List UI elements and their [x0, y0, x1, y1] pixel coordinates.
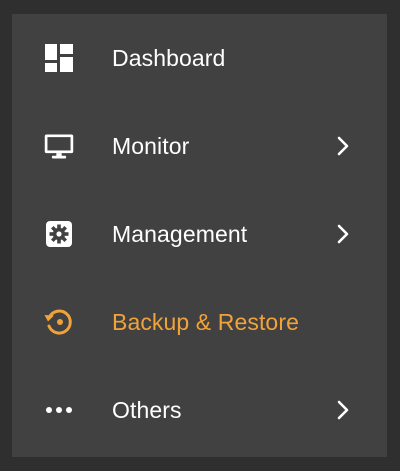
menu-item-monitor[interactable]: Monitor: [12, 102, 387, 190]
chevron-right-icon: [334, 399, 354, 421]
chevron-right-icon: [334, 135, 354, 157]
dashboard-icon: [43, 42, 75, 74]
menu-item-others[interactable]: Others: [12, 366, 387, 454]
menu-item-label: Management: [112, 221, 248, 247]
more-dots-icon: [43, 394, 75, 426]
monitor-icon: [43, 130, 75, 162]
menu-item-label: Others: [112, 397, 182, 423]
menu-item-label: Dashboard: [112, 45, 226, 71]
backup-restore-icon: [43, 306, 75, 338]
menu-item-backup-restore[interactable]: Backup & Restore: [12, 278, 387, 366]
menu-item-management[interactable]: Management: [12, 190, 387, 278]
chevron-right-icon: [334, 223, 354, 245]
settings-gear-icon: [43, 218, 75, 250]
sidebar-menu: Dashboard Monitor Management Backup & Re…: [12, 14, 387, 457]
menu-item-dashboard[interactable]: Dashboard: [12, 14, 387, 102]
menu-item-label: Backup & Restore: [112, 309, 299, 335]
menu-item-label: Monitor: [112, 133, 190, 159]
